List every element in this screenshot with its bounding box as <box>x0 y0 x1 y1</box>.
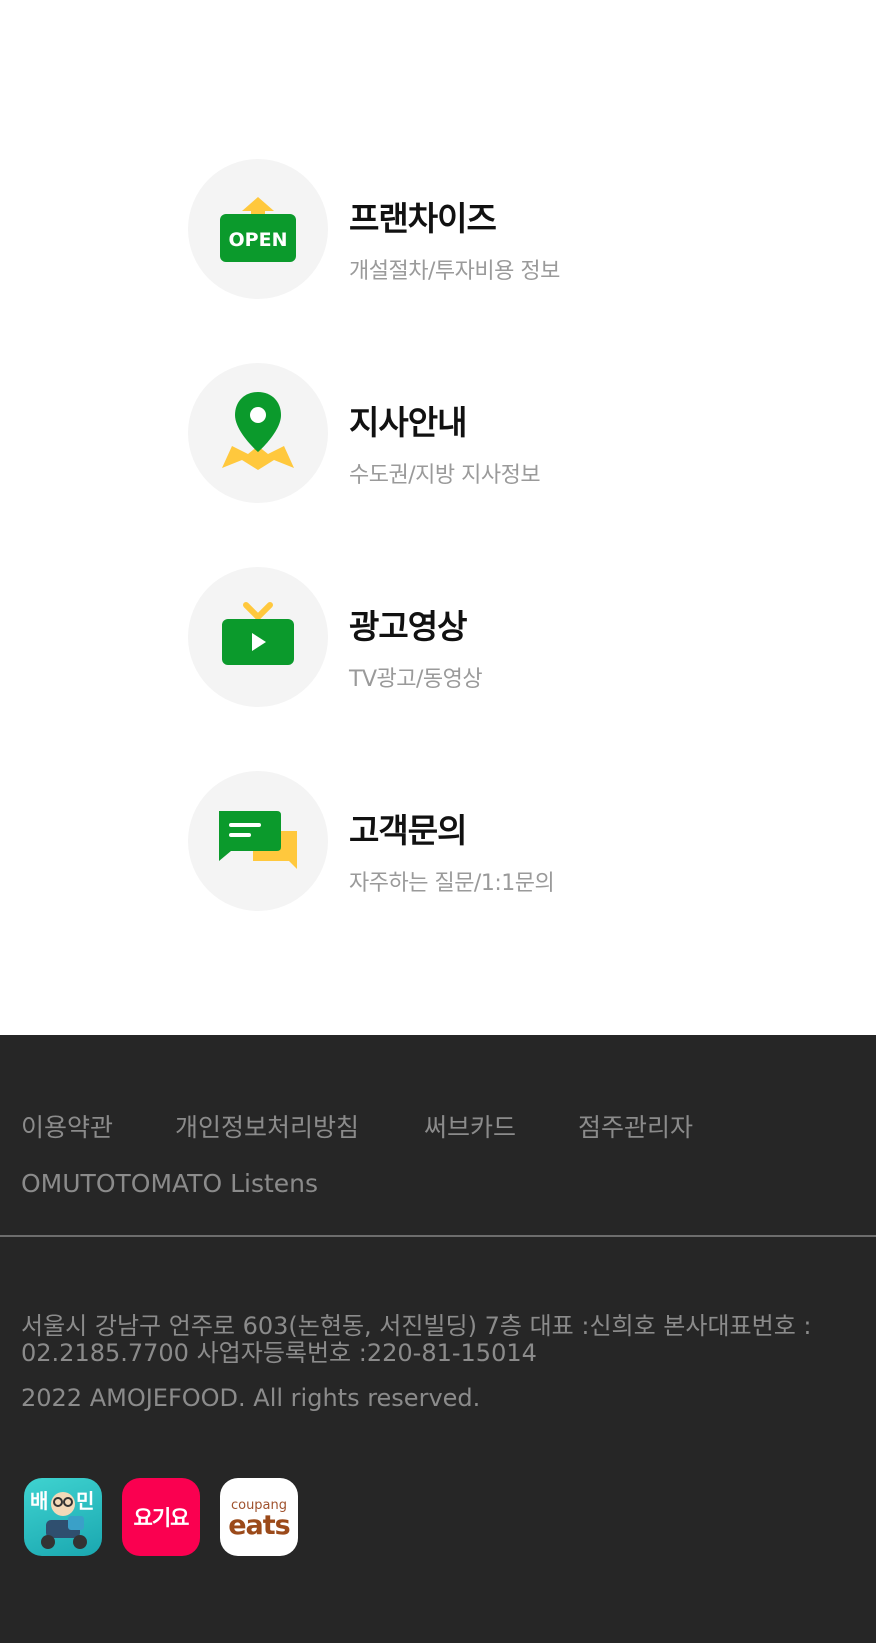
branches-icon-circle <box>188 363 328 503</box>
menu-item-subtitle: 자주하는 질문/1:1문의 <box>349 871 555 896</box>
menu-item-branches[interactable]: 지사안내 수도권/지방 지사정보 <box>188 363 688 503</box>
menu-item-subtitle: TV광고/동영상 <box>349 667 483 692</box>
tv-play-icon <box>222 602 294 665</box>
footer-link-sub-card[interactable]: 써브카드 <box>424 1108 516 1144</box>
chat-bubbles-icon <box>219 811 297 869</box>
baemin-app-icon[interactable]: 배 민 <box>24 1478 102 1556</box>
menu-item-title: 지사안내 <box>349 403 467 442</box>
footer-link-listens[interactable]: OMUTOTOMATO Listens <box>21 1169 318 1198</box>
menu-item-franchise[interactable]: OPEN 프랜차이즈 개설절차/투자비용 정보 <box>188 159 688 299</box>
svg-text:배: 배 <box>30 1489 48 1513</box>
company-address: 서울시 강남구 언주로 603(논현동, 서진빌딩) 7층 대표 :신희호 본사… <box>21 1312 812 1367</box>
ads-icon-circle <box>188 567 328 707</box>
footer-link-terms[interactable]: 이용약관 <box>21 1108 113 1144</box>
yogiyo-app-icon[interactable]: 요기요 <box>122 1478 200 1556</box>
menu-item-title: 고객문의 <box>349 811 467 850</box>
menu-item-ads[interactable]: 광고영상 TV광고/동영상 <box>188 567 688 707</box>
open-sign-icon: OPEN <box>220 197 296 262</box>
eats-label: eats <box>228 1509 291 1541</box>
coupang-eats-app-icon[interactable]: coupang eats <box>220 1478 298 1556</box>
map-pin-icon <box>222 392 294 470</box>
menu-item-subtitle: 개설절차/투자비용 정보 <box>349 259 560 284</box>
yogiyo-label: 요기요 <box>133 1506 190 1530</box>
footer-link-privacy[interactable]: 개인정보처리방침 <box>175 1108 359 1144</box>
footer-link-owner-admin[interactable]: 점주관리자 <box>578 1108 693 1144</box>
menu-section: OPEN 프랜차이즈 개설절차/투자비용 정보 지사안내 수도권/지방 지사정보… <box>0 0 876 1035</box>
inquiry-icon-circle <box>188 771 328 911</box>
svg-text:민: 민 <box>76 1489 94 1513</box>
menu-item-title: 광고영상 <box>349 607 467 646</box>
footer: 이용약관 개인정보처리방침 써브카드 점주관리자 OMUTOTOMATO Lis… <box>0 1035 876 1643</box>
franchise-icon-circle: OPEN <box>188 159 328 299</box>
copyright: 2022 AMOJEFOOD. All rights reserved. <box>21 1384 481 1412</box>
menu-item-subtitle: 수도권/지방 지사정보 <box>349 463 541 488</box>
open-sign-label: OPEN <box>229 229 288 251</box>
baemin-illustration: 배 민 <box>30 1489 94 1549</box>
menu-item-title: 프랜차이즈 <box>349 199 497 238</box>
footer-divider <box>0 1235 876 1237</box>
menu-item-inquiry[interactable]: 고객문의 자주하는 질문/1:1문의 <box>188 771 688 911</box>
